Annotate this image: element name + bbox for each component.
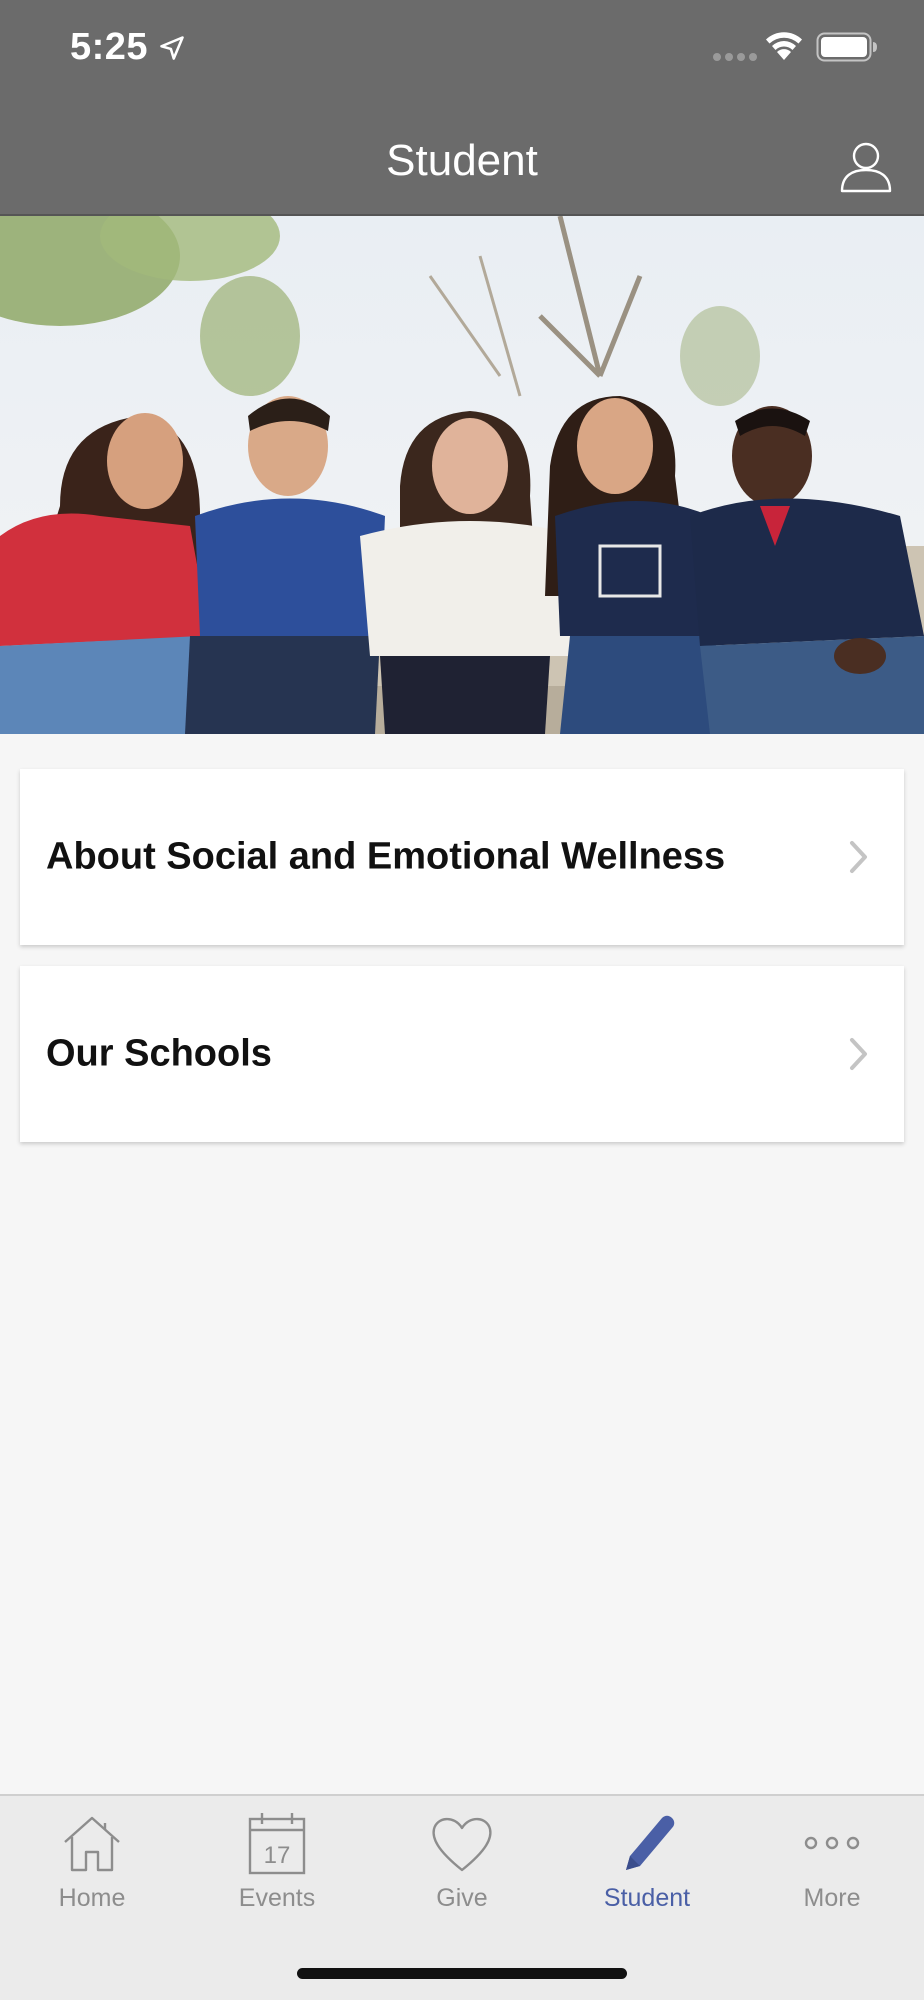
status-time: 5:25 — [70, 26, 149, 68]
battery-icon — [816, 32, 877, 62]
students-group-photo — [0, 216, 924, 734]
location-arrow-icon — [160, 36, 184, 60]
status-bar: 5:25 — [0, 0, 924, 100]
cellular-signal-icon — [713, 53, 757, 61]
pencil-icon — [626, 1815, 675, 1870]
tab-label: Home — [58, 1884, 126, 1912]
calendar-icon: 17 — [248, 1813, 306, 1875]
user-icon[interactable] — [838, 138, 894, 194]
page-title: Student — [386, 136, 538, 185]
tab-events[interactable]: 17 Events — [185, 1810, 369, 1930]
list-item-label: About Social and Emotional Wellness — [46, 835, 726, 878]
wifi-icon — [766, 32, 802, 60]
chevron-right-icon — [850, 1038, 867, 1070]
list-item-our-schools[interactable]: Our Schools — [20, 966, 904, 1142]
tab-more[interactable]: More — [740, 1810, 924, 1930]
list-item-social-emotional-wellness[interactable]: About Social and Emotional Wellness — [20, 769, 904, 945]
tab-home[interactable]: Home — [0, 1810, 184, 1930]
tab-label: Student — [603, 1884, 691, 1912]
tab-student[interactable]: Student — [555, 1810, 739, 1930]
chevron-right-icon — [850, 841, 867, 873]
home-indicator[interactable] — [297, 1968, 627, 1979]
tab-give[interactable]: Give — [370, 1810, 554, 1930]
heart-icon — [432, 1817, 492, 1872]
calendar-day: 17 — [264, 1842, 291, 1869]
home-icon — [64, 1816, 120, 1872]
more-icon — [804, 1836, 860, 1850]
app-screen: 5:25 Student About Social and Emotional … — [0, 0, 924, 2000]
nav-header: Student — [0, 100, 924, 216]
list-item-label: Our Schools — [46, 1032, 272, 1075]
tab-label: Events — [238, 1884, 316, 1912]
hero-image — [0, 216, 924, 734]
tab-label: More — [803, 1884, 861, 1912]
tab-label: Give — [436, 1884, 488, 1912]
